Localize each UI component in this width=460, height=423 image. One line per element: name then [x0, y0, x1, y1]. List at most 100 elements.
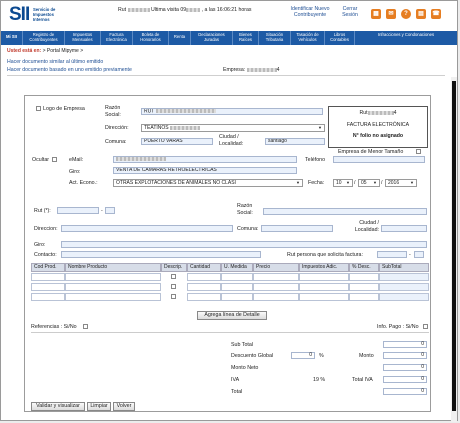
detail-cell[interactable]: [379, 273, 429, 281]
detail-cell[interactable]: [349, 273, 379, 281]
fecha-month: 05: [361, 180, 367, 186]
detail-cell[interactable]: [379, 283, 429, 291]
info-pago-checkbox[interactable]: [423, 324, 428, 329]
add-line-button[interactable]: Agrega línea de Detalle: [197, 311, 267, 320]
breadcrumb-label: Usted está en:: [7, 48, 42, 54]
masked-rut: [127, 7, 150, 12]
detail-cell[interactable]: [31, 273, 65, 281]
detail-cell[interactable]: [221, 283, 253, 291]
document-icon[interactable]: ▤: [416, 9, 426, 19]
nav-item-mi-sii[interactable]: Mi SII: [1, 31, 23, 45]
ciudad-field[interactable]: santiago: [265, 138, 325, 145]
descrip-checkbox[interactable]: [171, 284, 176, 289]
nav-item-boleta[interactable]: Boleta de Honorarios: [133, 31, 169, 45]
comuna-field[interactable]: PUERTO VARAS: [141, 138, 213, 145]
detail-cell[interactable]: [161, 293, 187, 301]
detail-cell[interactable]: [349, 283, 379, 291]
email-field[interactable]: [113, 156, 297, 163]
nav-item-renta[interactable]: Renta: [169, 31, 191, 45]
contacto-field[interactable]: [61, 251, 261, 258]
monto-field[interactable]: 0: [383, 352, 427, 359]
volver-button[interactable]: Volver: [113, 402, 135, 411]
detail-cell[interactable]: [221, 293, 253, 301]
validar-button[interactable]: Validar y visualizar: [31, 402, 85, 411]
calendar-icon[interactable]: ▦: [371, 9, 381, 19]
receptor-giro-label: Giro:: [34, 242, 46, 248]
descrip-checkbox[interactable]: [171, 274, 176, 279]
detail-cell[interactable]: [299, 273, 349, 281]
detail-cell[interactable]: [31, 283, 65, 291]
solicita-rut-field[interactable]: [377, 251, 407, 258]
detail-cell[interactable]: [161, 273, 187, 281]
receptor-rut-field[interactable]: [57, 207, 99, 214]
referencias-checkbox[interactable]: [83, 324, 88, 329]
fecha-month-select[interactable]: 05 ▼: [358, 179, 380, 187]
monto-neto-field[interactable]: 0: [383, 364, 427, 371]
vertical-scrollbar[interactable]: [451, 77, 457, 422]
detail-cell[interactable]: [221, 273, 253, 281]
detail-cell[interactable]: [349, 293, 379, 301]
chevron-down-icon: ▼: [410, 180, 414, 185]
logout-link[interactable]: Cerrar Sesión: [338, 6, 362, 18]
nav-item-bienes[interactable]: Bienes Raíces: [233, 31, 259, 45]
limpiar-button[interactable]: Limpiar: [87, 402, 111, 411]
detail-cell[interactable]: [253, 293, 299, 301]
factura-box: Rut 4 FACTURA ELECTRÓNICA N° folio no asi…: [328, 106, 428, 148]
logo-checkbox[interactable]: [36, 106, 41, 111]
telefono-field[interactable]: [333, 156, 425, 163]
fecha-year-select[interactable]: 2016 ▼: [385, 179, 417, 187]
detail-cell[interactable]: [65, 283, 161, 291]
actividad-select[interactable]: OTRAS EXPLOTACIONES DE ANIMALES NO CLASI…: [113, 179, 303, 187]
razon-social-field[interactable]: RUT: [141, 108, 323, 115]
detail-cell[interactable]: [299, 293, 349, 301]
descrip-checkbox[interactable]: [171, 294, 176, 299]
subtotal-field[interactable]: 0: [383, 341, 427, 348]
receptor-ciudad-field[interactable]: [381, 225, 427, 232]
breadcrumb-path[interactable]: > Portal Mipyme >: [41, 48, 84, 54]
solicita-dv-field[interactable]: [414, 251, 424, 258]
detail-cell[interactable]: [65, 293, 161, 301]
factura-rut-label: Rut: [359, 110, 368, 116]
nav-item-libros[interactable]: Libros Contables: [325, 31, 355, 45]
nav-item-infracciones[interactable]: Infracciones y Condonaciones: [355, 31, 457, 45]
detail-cell[interactable]: [187, 273, 221, 281]
nav-item-tasacion[interactable]: Tasación de Vehículos: [291, 31, 325, 45]
giro-field[interactable]: VENTA DE CAMARAS RETROELECTRICAS: [113, 167, 297, 174]
detail-cell[interactable]: [31, 293, 65, 301]
receptor-dv-field[interactable]: [105, 207, 115, 214]
nav-item-impuestos[interactable]: Impuestos Mensuales: [65, 31, 101, 45]
receptor-direccion-field[interactable]: [61, 225, 233, 232]
identify-contribuyente-link[interactable]: Identificar Nuevo Contribuyente: [285, 6, 335, 18]
total-iva-field[interactable]: 0: [383, 376, 427, 383]
menor-tamano-checkbox[interactable]: [416, 149, 421, 154]
detail-cell[interactable]: [187, 293, 221, 301]
detail-cell[interactable]: [161, 283, 187, 291]
help-icon[interactable]: ?: [401, 9, 411, 19]
phone-icon[interactable]: ☎: [431, 9, 441, 19]
ocultar-checkbox[interactable]: [52, 157, 57, 162]
total-field[interactable]: 0: [383, 388, 427, 395]
nav-item-factura[interactable]: Factura Electrónica: [101, 31, 133, 45]
detail-cell[interactable]: [65, 273, 161, 281]
direccion-select[interactable]: TEATINOS ▼: [141, 124, 325, 132]
descuento-field[interactable]: 0: [291, 352, 315, 359]
nav-item-registro[interactable]: Registro de Contribuyentes: [23, 31, 65, 45]
receptor-giro-field[interactable]: [61, 241, 427, 248]
detail-cell[interactable]: [253, 283, 299, 291]
similar-document-link[interactable]: Hacer documento similar al último emitid…: [7, 59, 103, 65]
nav-item-situacion[interactable]: Situación Tributaria: [259, 31, 291, 45]
sii-logo[interactable]: SII Servicio de Impuestos Internos: [7, 3, 65, 29]
detail-cell[interactable]: [187, 283, 221, 291]
nav-item-declaraciones[interactable]: Declaraciones Juradas: [191, 31, 233, 45]
factura-rut-tail: 4: [393, 110, 397, 116]
mail-icon[interactable]: ✉: [386, 9, 396, 19]
detail-cell[interactable]: [379, 293, 429, 301]
detail-cell[interactable]: [253, 273, 299, 281]
fecha-day-select[interactable]: 10 ▼: [333, 179, 353, 187]
scrollbar-thumb[interactable]: [452, 81, 456, 411]
receptor-comuna-field[interactable]: [261, 225, 333, 232]
receptor-razon-field[interactable]: [263, 208, 427, 215]
based-document-link[interactable]: Hacer documento basado en uno emitido pr…: [7, 67, 132, 73]
telefono-label: Teléfono: [305, 157, 326, 163]
detail-cell[interactable]: [299, 283, 349, 291]
